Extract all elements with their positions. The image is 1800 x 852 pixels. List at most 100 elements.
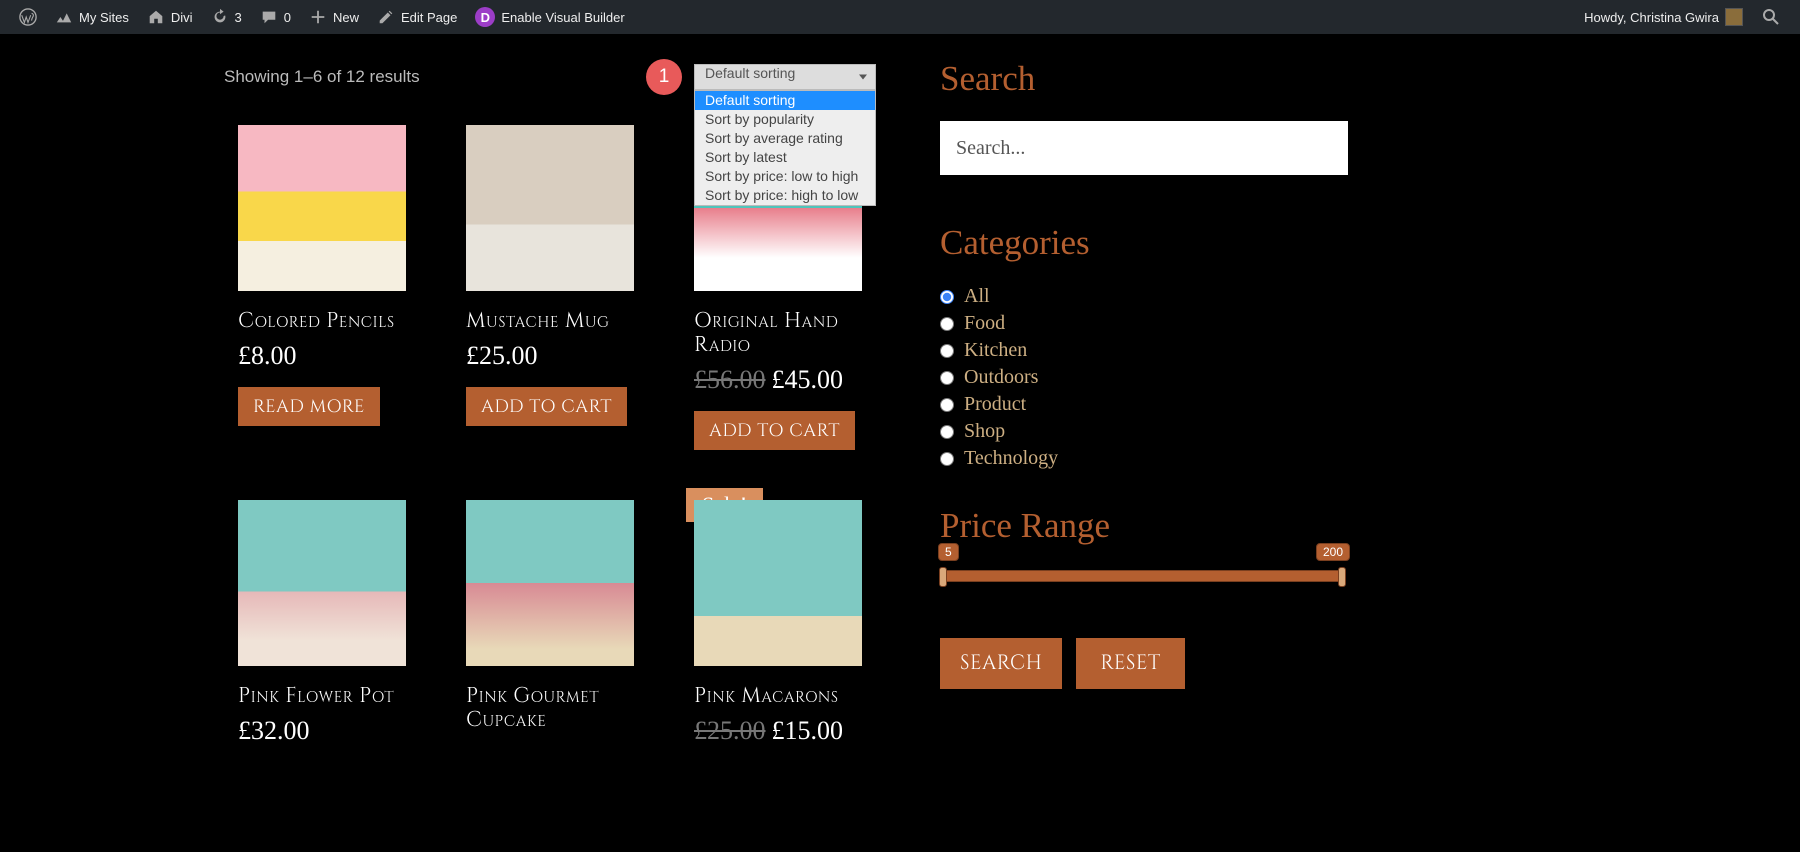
- comment-icon: [260, 8, 278, 26]
- add-to-cart-button[interactable]: ADD TO CART: [466, 387, 627, 426]
- new-content[interactable]: New: [300, 0, 368, 34]
- product-price: £32.00: [238, 716, 438, 746]
- site-name[interactable]: Divi: [138, 0, 202, 34]
- product-title: Pink Flower Pot: [238, 684, 438, 708]
- category-label: Product: [964, 393, 1026, 416]
- category-item-all[interactable]: All: [940, 285, 1360, 308]
- sort-selected-value: Default sorting: [705, 65, 795, 81]
- search-button[interactable]: SEARCH: [940, 638, 1062, 689]
- pencil-icon: [377, 8, 395, 26]
- product-image: [238, 500, 406, 666]
- price-max-label: 200: [1316, 543, 1350, 561]
- sort-select[interactable]: Default sorting: [694, 64, 876, 90]
- avatar: [1725, 8, 1743, 26]
- sort-option-default[interactable]: Default sorting: [695, 91, 875, 110]
- reset-button[interactable]: RESET: [1076, 638, 1184, 689]
- price-min-handle[interactable]: [939, 567, 947, 587]
- product-price: £25.00: [466, 341, 666, 371]
- product-card[interactable]: Mustache Mug £25.00 ADD TO CART: [466, 125, 666, 450]
- category-radio[interactable]: [940, 398, 954, 412]
- refresh-icon: [211, 8, 229, 26]
- new-label: New: [333, 10, 359, 25]
- product-image: [466, 500, 634, 666]
- annotation-badge: 1: [646, 59, 682, 95]
- add-to-cart-button[interactable]: ADD TO CART: [694, 411, 855, 450]
- category-label: All: [964, 285, 990, 308]
- product-title: Mustache Mug: [466, 309, 666, 333]
- sort-option-popularity[interactable]: Sort by popularity: [695, 110, 875, 129]
- updates[interactable]: 3: [202, 0, 251, 34]
- product-image: [238, 125, 406, 291]
- my-sites[interactable]: My Sites: [46, 0, 138, 34]
- product-title: Pink Gourmet Cupcake: [466, 684, 666, 732]
- result-count: Showing 1–6 of 12 results: [224, 67, 420, 87]
- sort-option-rating[interactable]: Sort by average rating: [695, 129, 875, 148]
- category-label: Kitchen: [964, 339, 1027, 362]
- search-input[interactable]: [940, 121, 1348, 175]
- old-price: £25.00: [694, 716, 766, 745]
- read-more-button[interactable]: READ MORE: [238, 387, 380, 426]
- my-sites-label: My Sites: [79, 10, 129, 25]
- sort-option-latest[interactable]: Sort by latest: [695, 148, 875, 167]
- sort-option-price-low[interactable]: Sort by price: low to high: [695, 167, 875, 186]
- search-heading: Search: [940, 59, 1360, 99]
- category-item-outdoors[interactable]: Outdoors: [940, 366, 1360, 389]
- product-image: [694, 500, 862, 666]
- current-price: £45.00: [772, 365, 844, 394]
- product-price: £8.00: [238, 341, 438, 371]
- sort-dropdown: Default sorting Sort by popularity Sort …: [694, 90, 876, 206]
- category-item-technology[interactable]: Technology: [940, 447, 1360, 470]
- sidebar: Search Categories All Food Kitchen Outdo…: [940, 59, 1360, 762]
- product-title: Pink Macarons: [694, 684, 894, 708]
- category-item-food[interactable]: Food: [940, 312, 1360, 335]
- category-radio[interactable]: [940, 290, 954, 304]
- category-item-kitchen[interactable]: Kitchen: [940, 339, 1360, 362]
- comments-count: 0: [284, 10, 291, 25]
- sort-option-price-high[interactable]: Sort by price: high to low: [695, 186, 875, 205]
- shop-area: Showing 1–6 of 12 results 1 Default sort…: [220, 59, 880, 762]
- product-price: £25.00£15.00: [694, 716, 894, 746]
- updates-count: 3: [235, 10, 242, 25]
- price-slider[interactable]: 5 200: [940, 570, 1345, 582]
- category-label: Shop: [964, 420, 1005, 443]
- divi-icon: D: [475, 7, 495, 27]
- plus-icon: [309, 8, 327, 26]
- price-max-handle[interactable]: [1338, 567, 1346, 587]
- user-greeting[interactable]: Howdy, Christina Gwira: [1575, 0, 1752, 34]
- category-list: All Food Kitchen Outdoors Product Shop T…: [940, 285, 1360, 470]
- product-card[interactable]: Pink Flower Pot £32.00: [238, 500, 438, 762]
- category-radio[interactable]: [940, 425, 954, 439]
- edit-page[interactable]: Edit Page: [368, 0, 466, 34]
- wp-admin-bar: My Sites Divi 3 0 New Edit Page D Enable…: [0, 0, 1800, 34]
- categories-heading: Categories: [940, 223, 1360, 263]
- category-radio[interactable]: [940, 344, 954, 358]
- category-item-product[interactable]: Product: [940, 393, 1360, 416]
- admin-search[interactable]: [1752, 0, 1790, 34]
- price-min-label: 5: [938, 543, 959, 561]
- category-radio[interactable]: [940, 452, 954, 466]
- category-radio[interactable]: [940, 371, 954, 385]
- category-radio[interactable]: [940, 317, 954, 331]
- sites-icon: [55, 8, 73, 26]
- old-price: £56.00: [694, 365, 766, 394]
- category-item-shop[interactable]: Shop: [940, 420, 1360, 443]
- category-label: Food: [964, 312, 1005, 335]
- product-card[interactable]: Pink Gourmet Cupcake: [466, 500, 666, 762]
- comments[interactable]: 0: [251, 0, 300, 34]
- current-price: £15.00: [772, 716, 844, 745]
- search-icon: [1761, 7, 1781, 27]
- product-card[interactable]: Colored Pencils £8.00 READ MORE: [238, 125, 438, 450]
- product-title: Original Hand Radio: [694, 309, 894, 357]
- price-range-heading: Price Range: [940, 506, 1360, 546]
- wp-logo[interactable]: [10, 0, 46, 34]
- category-label: Outdoors: [964, 366, 1038, 389]
- enable-visual-builder[interactable]: D Enable Visual Builder: [466, 0, 633, 34]
- home-icon: [147, 8, 165, 26]
- product-price: £56.00£45.00: [694, 365, 894, 395]
- wordpress-icon: [19, 8, 37, 26]
- site-name-label: Divi: [171, 10, 193, 25]
- product-image: [466, 125, 634, 291]
- visual-builder-label: Enable Visual Builder: [501, 10, 624, 25]
- product-card[interactable]: Sale! Pink Macarons £25.00£15.00: [694, 500, 894, 762]
- product-title: Colored Pencils: [238, 309, 438, 333]
